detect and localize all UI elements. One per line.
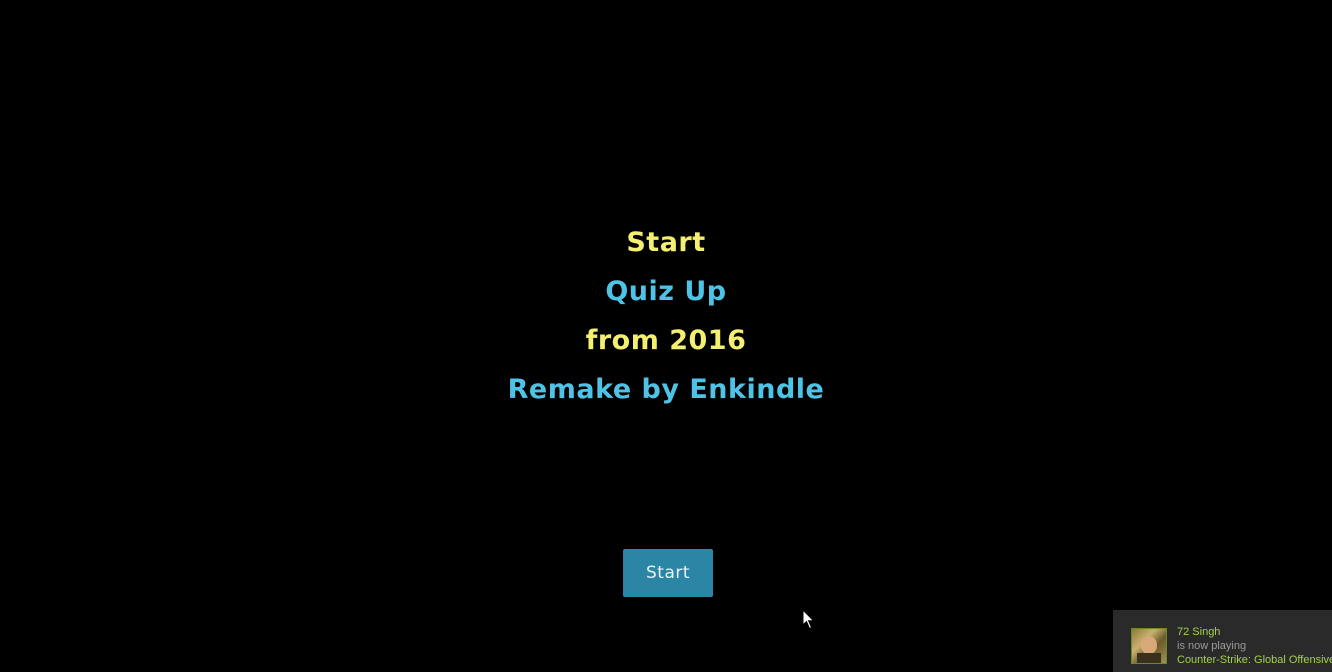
title-line-start: Start <box>626 227 706 258</box>
title-line-credits: Remake by Enkindle <box>507 374 825 405</box>
steam-notification-toast[interactable]: 72 Singh is now playing Counter-Strike: … <box>1113 610 1332 672</box>
mouse-pointer-icon <box>802 609 815 630</box>
title-line-year: from 2016 <box>585 325 747 356</box>
notification-status: is now playing <box>1177 640 1247 652</box>
title-block: Start Quiz Up from 2016 Remake by Enkind… <box>0 222 1332 418</box>
notification-game-title: Counter-Strike: Global Offensive <box>1177 654 1332 666</box>
title-line-game-name: Quiz Up <box>605 276 727 307</box>
start-button[interactable]: Start <box>623 549 713 597</box>
notification-friend-name: 72 Singh <box>1177 626 1221 638</box>
game-screen: Start Quiz Up from 2016 Remake by Enkind… <box>0 0 1332 672</box>
user-avatar-icon <box>1131 628 1167 664</box>
